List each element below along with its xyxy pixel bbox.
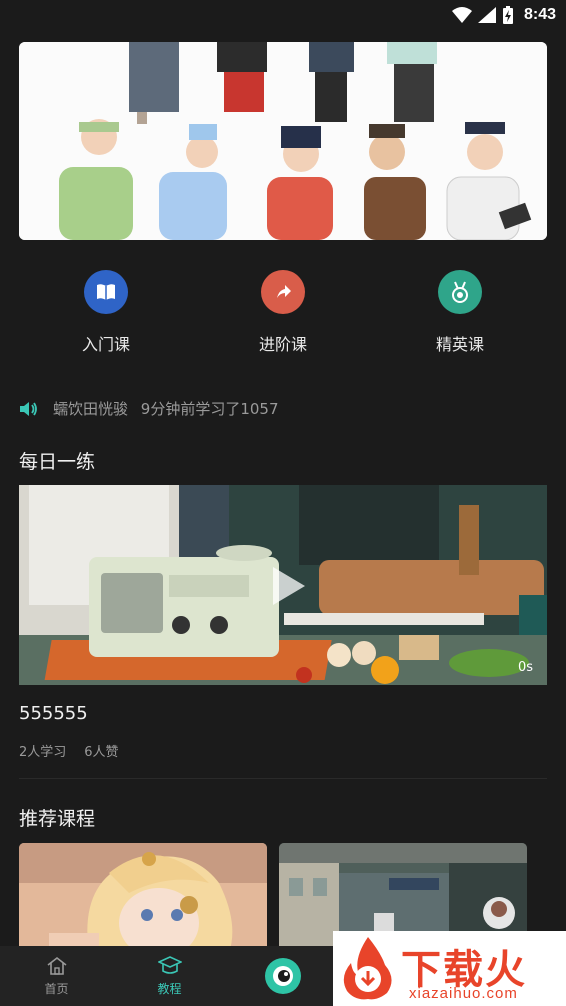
category-elite[interactable]: 精英课 (400, 270, 520, 355)
speaker-icon (20, 401, 37, 416)
arrow-up-icon (261, 270, 305, 314)
camera-logo-icon (264, 958, 301, 994)
divider (19, 778, 547, 779)
learning-notice: 蠕饮田恍骏 9分钟前学习了1057 (19, 398, 279, 419)
signal-icon (477, 7, 496, 23)
category-label: 精英课 (435, 335, 484, 354)
daily-video-card[interactable]: 0s (19, 485, 547, 685)
category-advanced[interactable]: 进阶课 (223, 270, 343, 355)
banner-carousel[interactable] (19, 42, 547, 240)
course-categories: 入门课 进阶课 精英课 (0, 270, 566, 360)
daily-practice-title: 每日一练 (19, 451, 96, 473)
notice-text: 9分钟前学习了1057 (140, 400, 279, 418)
book-icon (84, 270, 128, 314)
banner-illustration (19, 42, 547, 240)
category-label: 入门课 (81, 335, 130, 354)
graduation-cap-icon (157, 955, 182, 974)
tab-label: 教程 (157, 981, 182, 996)
learner-count: 2人学习 (19, 745, 67, 760)
course-thumbnail (19, 843, 267, 953)
like-count: 6人赞 (84, 745, 119, 760)
tab-label: 首页 (44, 981, 69, 996)
category-label: 进阶课 (258, 335, 307, 354)
status-bar: 8:43 (0, 0, 566, 30)
notice-user: 蠕饮田恍骏 (53, 400, 129, 418)
tab-camera[interactable] (226, 946, 339, 1006)
play-icon[interactable] (269, 565, 309, 607)
video-title[interactable]: 555555 (19, 703, 88, 724)
category-beginner[interactable]: 入门课 (46, 270, 166, 355)
wifi-icon (451, 7, 472, 23)
watermark-logo: 下载火 xiazaihuo.com (333, 931, 566, 1006)
recommended-course-card[interactable] (19, 843, 267, 953)
video-meta: 2人学习 6人赞 (19, 741, 119, 760)
video-duration: 0s (517, 660, 533, 675)
home-icon (47, 956, 66, 975)
tab-tutorials[interactable]: 教程 (113, 946, 226, 1006)
status-time: 8:43 (523, 6, 556, 23)
recommended-title: 推荐课程 (19, 808, 96, 830)
flame-logo-icon (343, 937, 392, 1000)
watermark-url: xiazaihuo.com (409, 985, 518, 1002)
medal-icon (438, 270, 482, 314)
tab-home[interactable]: 首页 (0, 946, 113, 1006)
battery-icon (502, 6, 513, 24)
